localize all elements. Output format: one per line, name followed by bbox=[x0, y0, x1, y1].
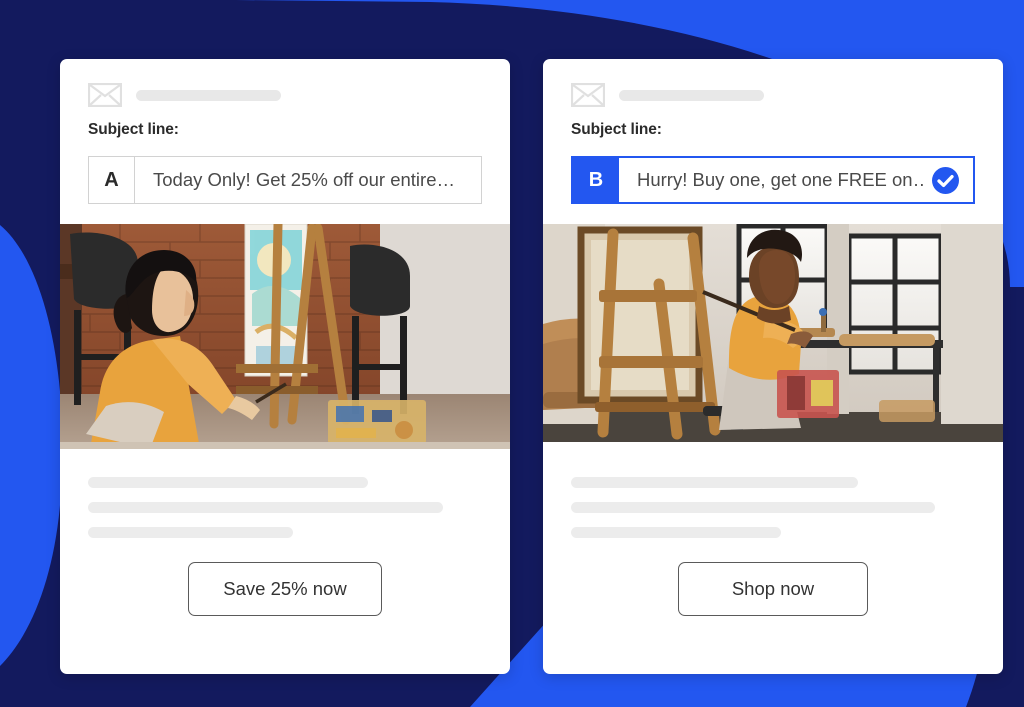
body-placeholder-line bbox=[88, 477, 368, 488]
variant-letter-badge-a: A bbox=[89, 157, 135, 203]
variant-a-card[interactable]: Subject line: A Today Only! Get 25% off … bbox=[60, 59, 510, 674]
sender-placeholder-bar bbox=[136, 89, 281, 101]
body-placeholder-lines-a bbox=[60, 449, 510, 538]
body-placeholder-line bbox=[88, 527, 293, 538]
cta-container-a: Save 25% now bbox=[60, 538, 510, 674]
card-header-b bbox=[543, 59, 1003, 107]
envelope-icon bbox=[88, 83, 122, 107]
man-painting-at-easel-photo bbox=[543, 224, 1003, 449]
subject-input-row-b[interactable]: B Hurry! Buy one, get one FREE on… bbox=[571, 156, 975, 204]
check-circle-icon bbox=[932, 166, 959, 194]
body-placeholder-line bbox=[571, 477, 858, 488]
subject-input-a[interactable]: Today Only! Get 25% off our entire… bbox=[135, 157, 481, 203]
body-placeholder-line bbox=[571, 502, 935, 513]
card-header-a bbox=[60, 59, 510, 107]
subject-input-value-b: Hurry! Buy one, get one FREE on… bbox=[637, 169, 926, 190]
body-placeholder-line bbox=[571, 527, 782, 538]
subject-input-value-a: Today Only! Get 25% off our entire… bbox=[153, 169, 455, 190]
woman-painting-at-easel-photo bbox=[60, 224, 510, 449]
body-placeholder-line bbox=[88, 502, 443, 513]
subject-line-label-a: Subject line: bbox=[88, 121, 179, 138]
subject-line-label-b: Subject line: bbox=[571, 121, 662, 138]
variant-b-card[interactable]: Subject line: B Hurry! Buy one, get one … bbox=[543, 59, 1003, 674]
cta-container-b: Shop now bbox=[543, 538, 1003, 674]
sender-placeholder-bar bbox=[619, 89, 764, 101]
subject-input-row-a[interactable]: A Today Only! Get 25% off our entire… bbox=[88, 156, 482, 204]
save-25-percent-now-button[interactable]: Save 25% now bbox=[188, 562, 382, 616]
variant-letter-badge-b: B bbox=[573, 158, 619, 202]
envelope-icon bbox=[571, 83, 605, 107]
shop-now-button[interactable]: Shop now bbox=[678, 562, 868, 616]
subject-input-b[interactable]: Hurry! Buy one, get one FREE on… bbox=[619, 158, 973, 202]
body-placeholder-lines-b bbox=[543, 449, 1003, 538]
